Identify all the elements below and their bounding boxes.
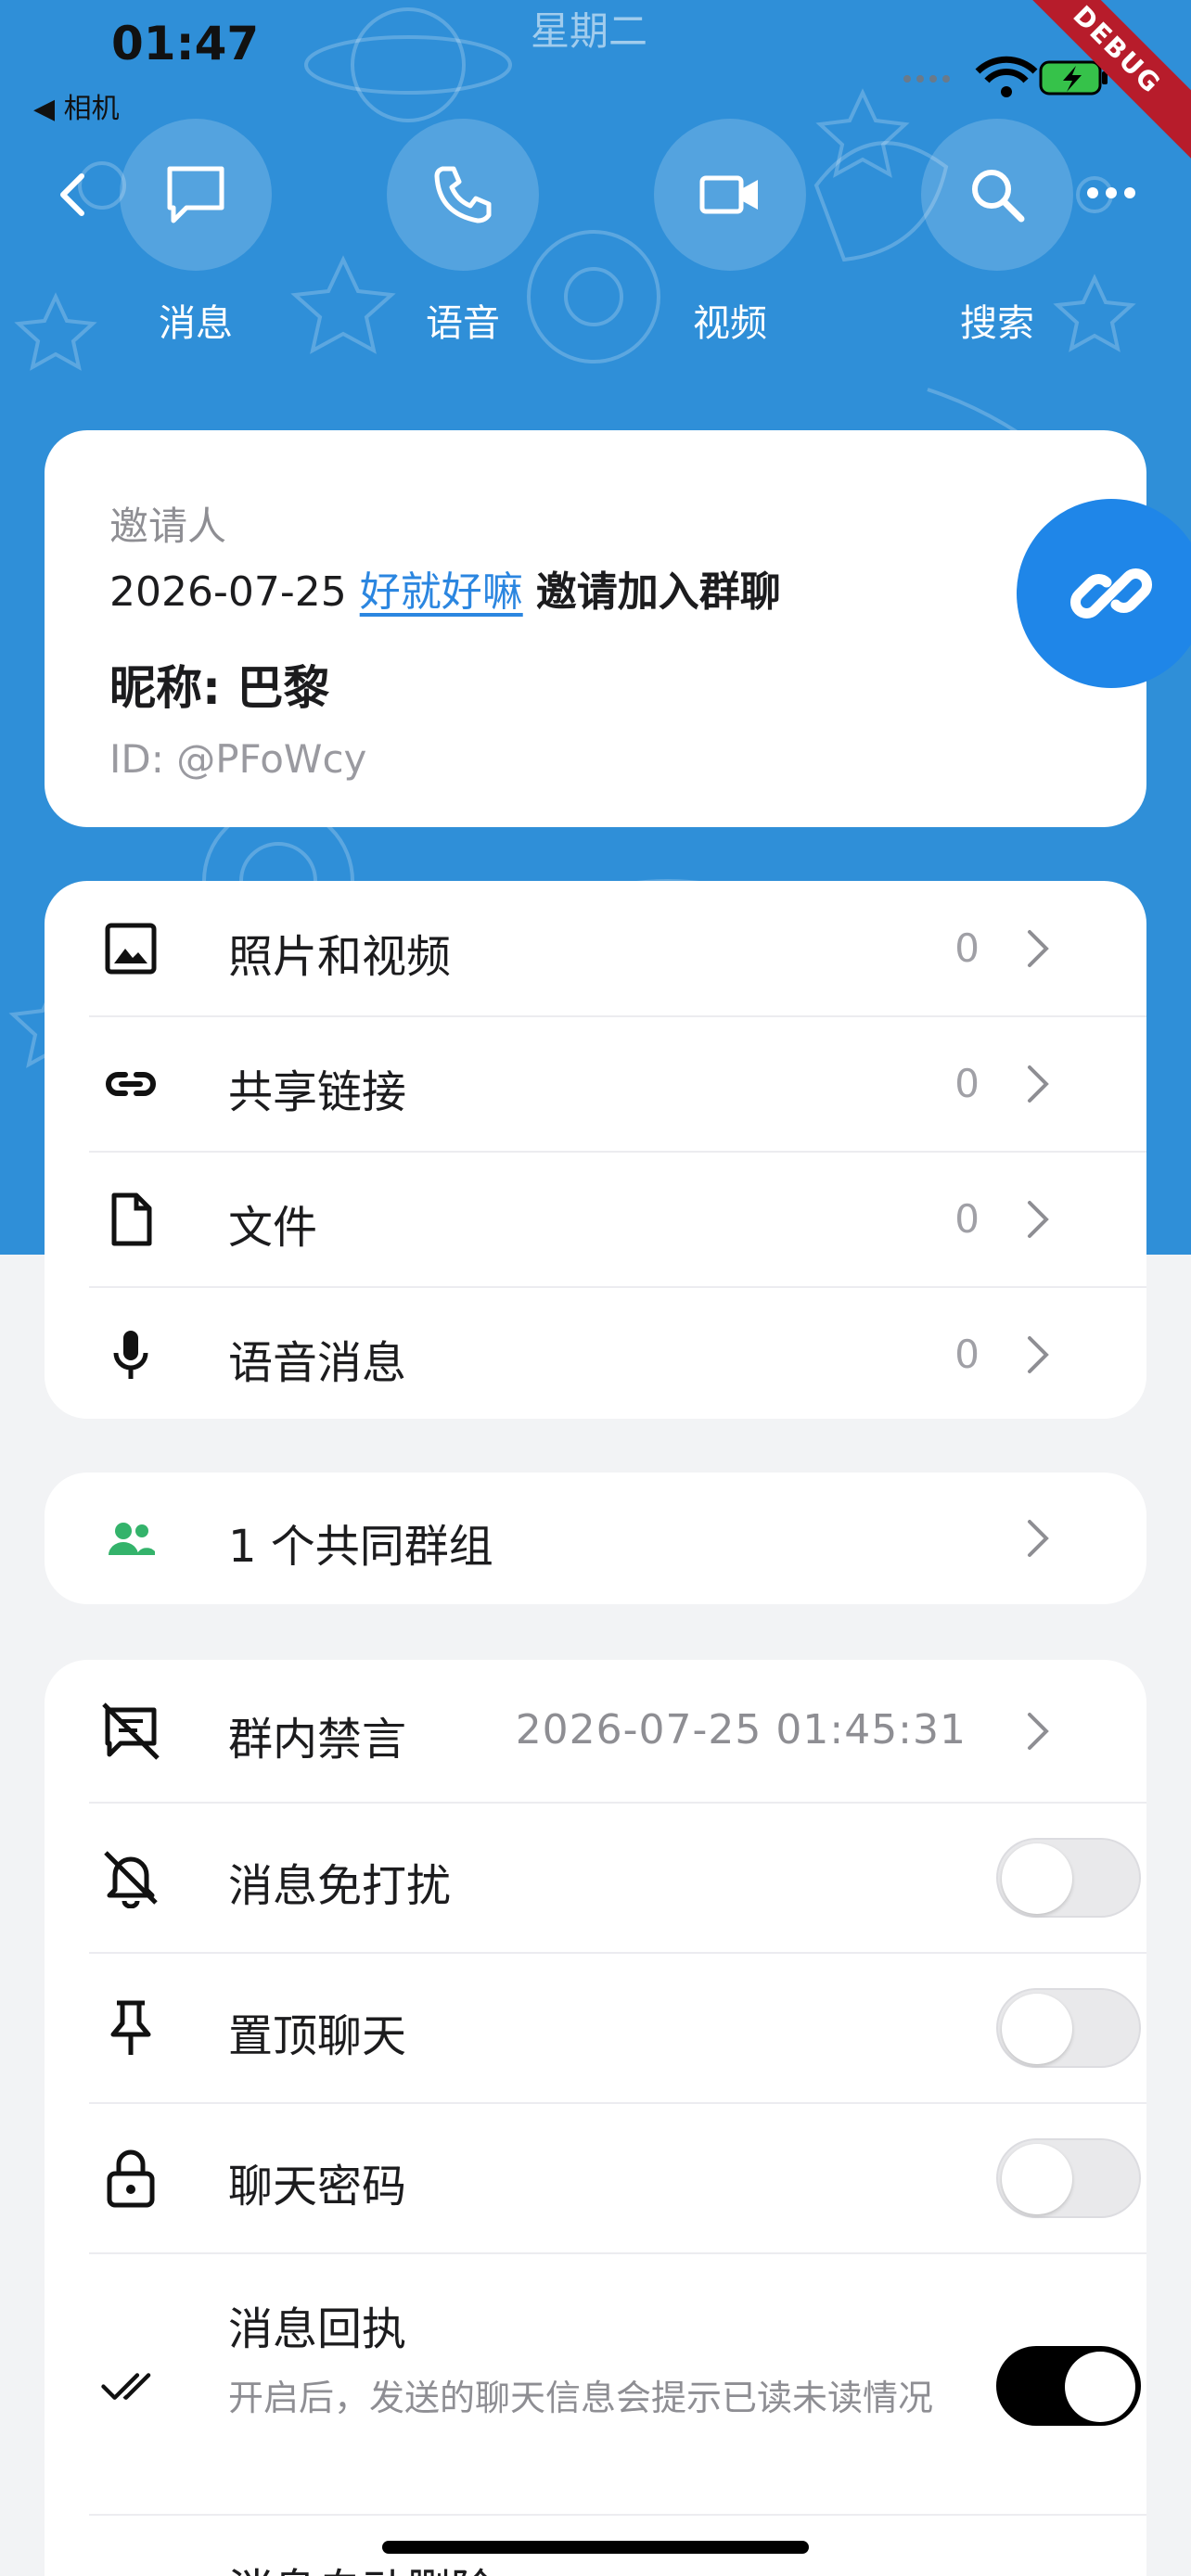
file-icon <box>100 1189 161 1250</box>
status-time: 01:47 <box>111 17 260 70</box>
toggle-knob <box>1002 2144 1072 2214</box>
media-row-label: 照片和视频 <box>228 931 452 983</box>
back-chevron-icon[interactable] <box>48 169 100 221</box>
home-indicator <box>382 2541 809 2554</box>
message-icon <box>167 166 224 223</box>
password-toggle[interactable] <box>996 2138 1141 2218</box>
user-id: ID: @PFoWcy <box>109 736 367 782</box>
chevron-right-icon <box>1028 930 1049 967</box>
nickname: 昵称: 巴黎 <box>109 661 330 715</box>
pin-label: 置顶聊天 <box>228 2010 407 2062</box>
search-action-button[interactable] <box>921 119 1073 271</box>
media-row-count: 0 <box>954 925 980 971</box>
voice-action-label: 语音 <box>426 302 500 345</box>
invite-date: 2026-07-25 <box>109 568 347 616</box>
toggle-knob <box>1002 1994 1072 2064</box>
dnd-toggle[interactable] <box>996 1838 1141 1918</box>
media-row-voice[interactable]: 语音消息 0 <box>45 1287 1102 1419</box>
chevron-right-icon <box>1028 1201 1049 1238</box>
search-action[interactable]: 搜索 <box>918 119 1076 347</box>
mute-chat-icon <box>100 1701 161 1762</box>
settings-row-dnd: 消息免打扰 <box>45 1803 1141 1953</box>
media-row-label: 共享链接 <box>228 1066 407 1118</box>
settings-row-mute[interactable]: 群内禁言 2026-07-25 01:45:31 <box>45 1660 1102 1803</box>
video-action-button[interactable] <box>654 119 806 271</box>
message-action-label: 消息 <box>159 302 233 345</box>
toggle-knob <box>1002 1843 1072 1914</box>
back-to-app-link[interactable]: ◀ 相机 <box>33 85 120 126</box>
weekday-label: 星期二 <box>531 8 648 54</box>
status-icons <box>903 56 1108 97</box>
phone-icon <box>434 166 492 223</box>
share-link-button[interactable] <box>1017 499 1191 688</box>
photo-icon <box>100 918 161 979</box>
settings-row-password: 聊天密码 <box>45 2103 1141 2253</box>
link-icon <box>1070 568 1152 618</box>
settings-row-pin: 置顶聊天 <box>45 1953 1141 2103</box>
toggle-knob <box>1065 2352 1135 2422</box>
media-row-count: 0 <box>954 1196 980 1242</box>
invite-line: 2026-07-25 好就好嘛 邀请加入群聊 <box>109 558 781 618</box>
receipt-label: 消息回执 <box>228 2303 407 2355</box>
pin-toggle[interactable] <box>996 1988 1141 2068</box>
common-groups-row[interactable]: 1 个共同群组 <box>45 1473 1102 1604</box>
dnd-label: 消息免打扰 <box>228 1860 452 1912</box>
more-icon[interactable] <box>1083 182 1139 204</box>
mic-icon <box>100 1324 161 1385</box>
voice-action[interactable]: 语音 <box>384 119 542 347</box>
inviter-label: 邀请人 <box>109 504 227 549</box>
inviter-name-link[interactable]: 好就好嘛 <box>360 568 523 616</box>
chevron-right-icon <box>1028 1520 1049 1557</box>
voice-action-button[interactable] <box>387 119 539 271</box>
video-action-label: 视频 <box>693 302 767 345</box>
receipt-toggle[interactable] <box>996 2346 1141 2426</box>
mute-label: 群内禁言 <box>228 1714 407 1766</box>
receipt-description: 开启后，发送的聊天信息会提示已读未读情况 <box>228 2378 934 2418</box>
mute-until-value: 2026-07-25 01:45:31 <box>515 1706 967 1753</box>
pin-icon <box>100 1997 161 2059</box>
media-row-label: 语音消息 <box>228 1337 407 1389</box>
common-groups-label: 1 个共同群组 <box>228 1521 493 1573</box>
invite-action-text: 邀请加入群聊 <box>535 568 781 616</box>
double-check-icon <box>100 2353 161 2415</box>
search-action-label: 搜索 <box>960 302 1034 345</box>
video-icon <box>699 175 758 214</box>
bell-off-icon <box>100 1847 161 1908</box>
media-row-count: 0 <box>954 1061 980 1106</box>
group-icon <box>100 1508 161 1569</box>
media-row-files[interactable]: 文件 0 <box>45 1152 1102 1287</box>
settings-row-receipt: 消息回执 开启后，发送的聊天信息会提示已读未读情况 <box>45 2253 1141 2515</box>
chevron-right-icon <box>1028 1713 1049 1750</box>
video-action[interactable]: 视频 <box>651 119 809 347</box>
chevron-right-icon <box>1028 1336 1049 1373</box>
media-row-links[interactable]: 共享链接 0 <box>45 1016 1102 1152</box>
password-label: 聊天密码 <box>228 2161 407 2213</box>
media-row-photos[interactable]: 照片和视频 0 <box>45 881 1102 1016</box>
message-action-button[interactable] <box>120 119 272 271</box>
inviter-card: 邀请人 2026-07-25 好就好嘛 邀请加入群聊 昵称: 巴黎 ID: @P… <box>45 430 1146 827</box>
chevron-right-icon <box>1028 1065 1049 1103</box>
media-row-label: 文件 <box>228 1202 318 1254</box>
link-icon <box>100 1053 161 1115</box>
lock-icon <box>100 2148 161 2209</box>
auto-delete-label: 消息自动删除 <box>228 2554 495 2576</box>
media-row-count: 0 <box>954 1332 980 1377</box>
search-icon <box>972 170 1025 223</box>
message-action[interactable]: 消息 <box>117 119 275 347</box>
